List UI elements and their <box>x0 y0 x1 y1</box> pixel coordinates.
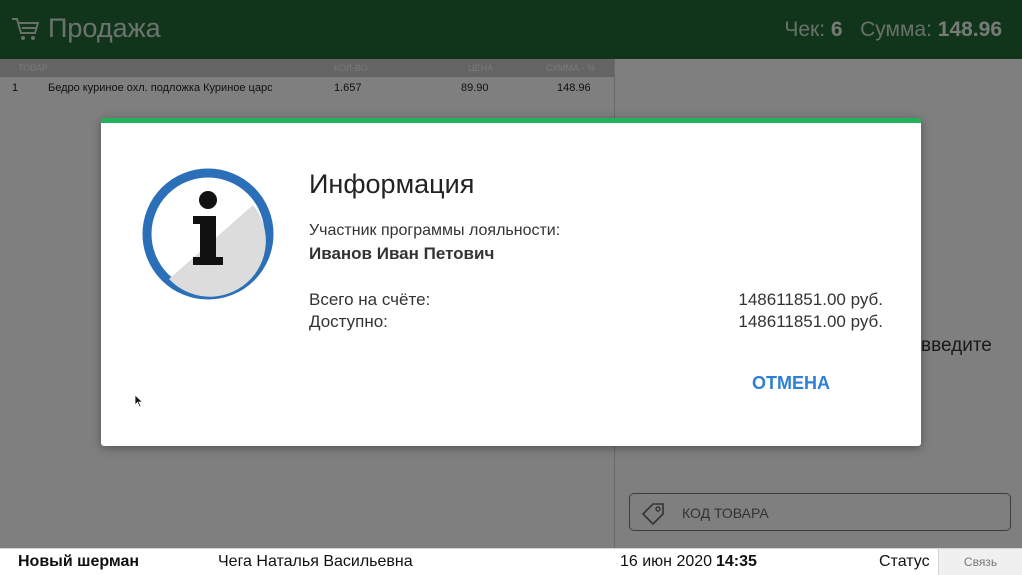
date: 16 июн 2020 <box>620 553 713 570</box>
member-name: Иванов Иван Петович <box>309 244 495 263</box>
loyalty-label: Участник программы лояльности: <box>309 222 561 239</box>
cashier-name: Чега Наталья Васильевна <box>218 553 413 570</box>
time: 14:35 <box>716 553 757 570</box>
status-bar: Новый шерман Чега Наталья Васильевна 16 … <box>0 548 1022 575</box>
store-name: Новый шерман <box>18 553 140 570</box>
status-button[interactable]: Статус <box>879 553 930 571</box>
total-label: Всего на счёте: <box>309 290 431 309</box>
connection-button[interactable]: Связь <box>938 549 1022 575</box>
mouse-cursor-icon <box>134 394 144 408</box>
dialog-title: Информация <box>309 169 475 199</box>
available-label: Доступно: <box>309 312 388 331</box>
total-value: 148611851.00 руб. <box>738 290 883 309</box>
info-icon <box>142 168 274 300</box>
info-dialog: Информация Участник программы лояльности… <box>101 118 921 446</box>
available-value: 148611851.00 руб. <box>738 312 883 331</box>
cancel-button[interactable]: ОТМЕНА <box>741 367 841 399</box>
